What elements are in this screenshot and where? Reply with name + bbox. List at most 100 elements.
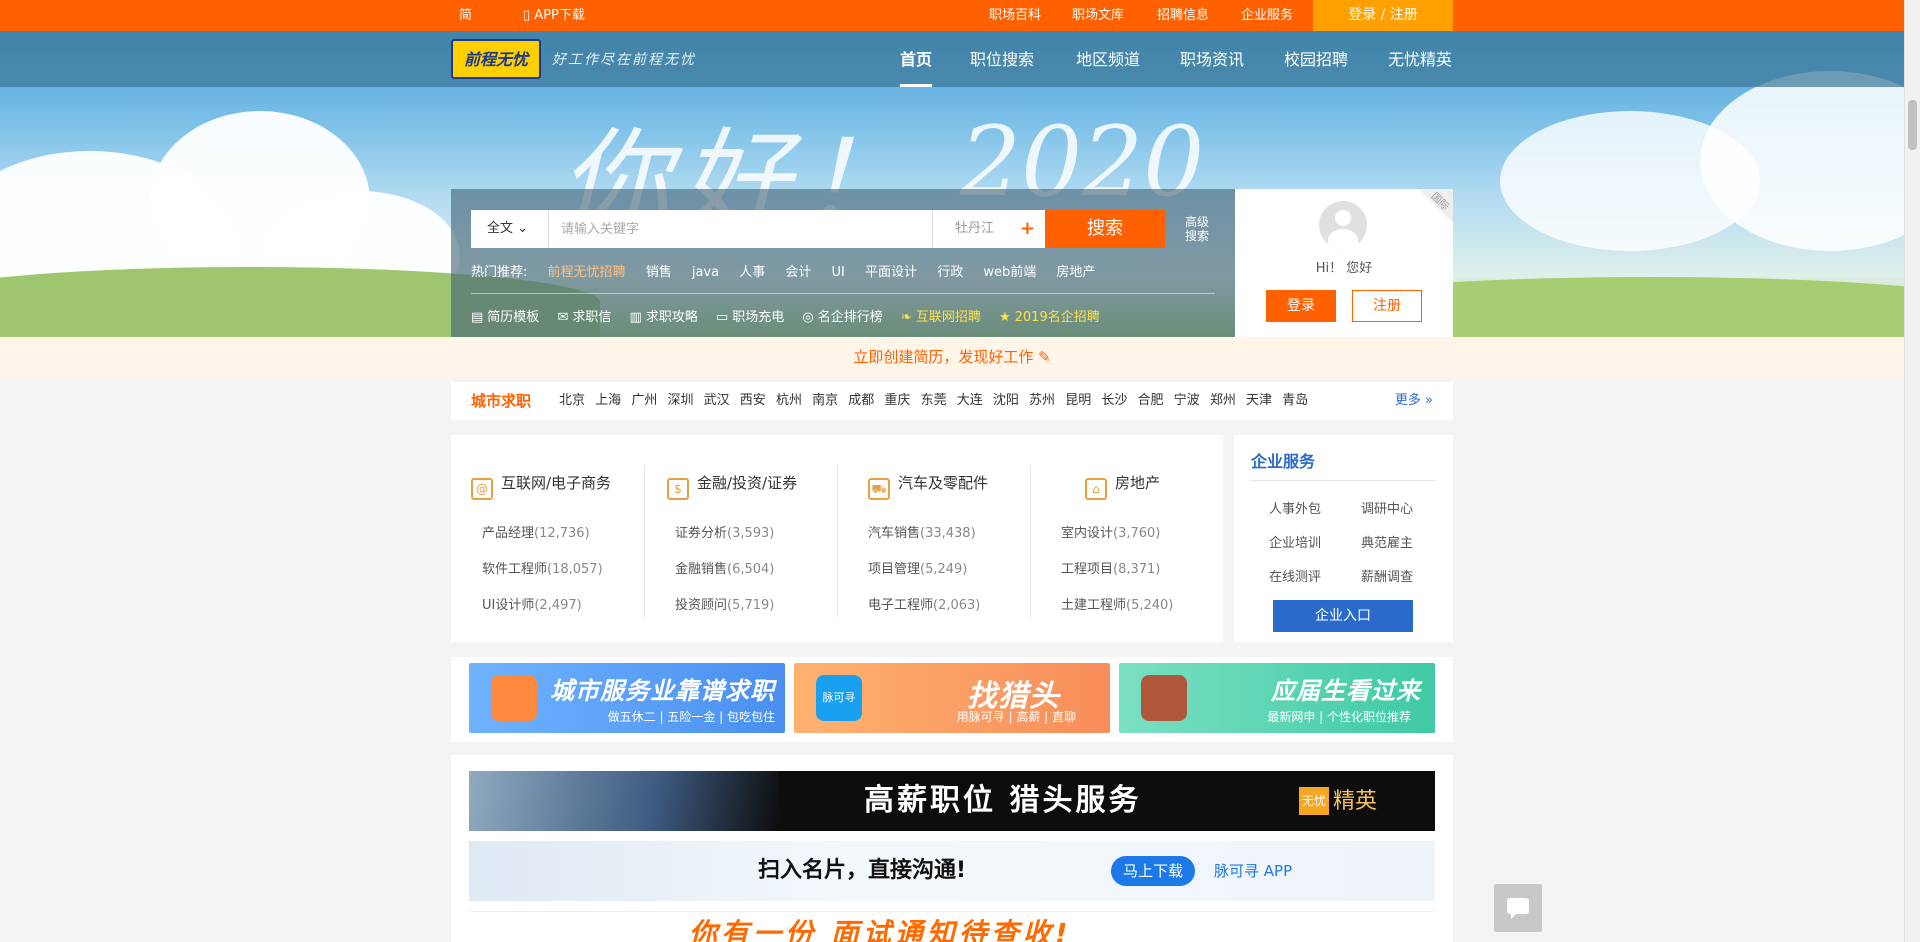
city-link[interactable]: 北京 [559,393,585,408]
city-link[interactable]: 宁波 [1174,393,1200,408]
city-link[interactable]: 大连 [957,393,983,408]
job-link[interactable]: 汽车销售(33,438) [868,522,976,541]
enterprise-link[interactable]: 在线测评 [1269,566,1321,585]
category-title[interactable]: $ 金融/投资/证券 [667,472,797,500]
job-link[interactable]: 电子工程师(2,063) [868,594,980,613]
city-link[interactable]: 西安 [740,393,766,408]
search-input[interactable] [548,210,932,248]
quick-link-cover-letter[interactable]: ✉ 求职信 [557,306,611,325]
category-title[interactable]: ⌂ 房地产 [1085,472,1160,500]
city-link[interactable]: 天津 [1246,393,1272,408]
advanced-search-link[interactable]: 高级搜索 [1180,215,1214,243]
enterprise-link[interactable]: 调研中心 [1361,498,1413,517]
hot-item[interactable]: 前程无忧招聘 [548,265,626,280]
quick-link-internet-jobs[interactable]: ❧ 互联网招聘 [901,306,981,325]
city-link[interactable]: 合肥 [1138,393,1164,408]
job-link[interactable]: 软件工程师(18,057) [482,558,603,577]
hot-recommend: 热门推荐: 前程无忧招聘 销售 java 人事 会计 UI 平面设计 行政 we… [471,261,1095,280]
quick-link-job-guide[interactable]: ▥ 求职攻略 [630,306,698,325]
banner-interview-notice[interactable]: 你有一份 面试通知待查收! [469,911,1435,942]
nav-elite[interactable]: 无忧精英 [1388,31,1452,87]
job-link[interactable]: 投资顾问(5,719) [675,594,774,613]
top-link-recruit-info[interactable]: 招聘信息 [1157,0,1209,31]
city-link[interactable]: 沈阳 [993,393,1019,408]
nav-region[interactable]: 地区频道 [1076,31,1140,87]
top-link-enterprise[interactable]: 企业服务 [1241,0,1293,31]
hot-item[interactable]: UI [832,265,845,280]
city-link[interactable]: 重庆 [884,393,910,408]
city-link[interactable]: 昆明 [1065,393,1091,408]
hot-item[interactable]: 人事 [739,265,765,280]
language-switch[interactable]: 简 [459,0,472,31]
ad-city-service[interactable]: 城市服务业靠谱求职 做五休二 | 五险一金 | 包吃包住 [469,663,785,733]
enterprise-link[interactable]: 典范雇主 [1361,532,1413,551]
city-link[interactable]: 青岛 [1282,393,1308,408]
hot-item[interactable]: 房地产 [1056,265,1095,280]
quick-link-resume-template[interactable]: ▤ 简历模板 [471,306,539,325]
enterprise-link[interactable]: 薪酬调查 [1361,566,1413,585]
more-cities-link[interactable]: 更多 » [1395,382,1433,420]
city-link[interactable]: 上海 [595,393,621,408]
city-link[interactable]: 武汉 [704,393,730,408]
top-link-wiki[interactable]: 职场百科 [989,0,1041,31]
nav-workplace-news[interactable]: 职场资讯 [1180,31,1244,87]
top-login-register-button[interactable]: 登录 / 注册 [1313,0,1453,31]
site-logo[interactable]: 前程无忧 [451,39,541,79]
category-internet: @ 互联网/电子商务 产品经理(12,736) 软件工程师(18,057) UI设… [451,435,644,642]
city-link[interactable]: 广州 [631,393,657,408]
medal-icon: ◎ [802,310,814,325]
download-now-button[interactable]: 马上下载 [1111,856,1195,886]
quick-link-top-companies[interactable]: ★ 2019名企招聘 [999,306,1100,325]
ad-graduates[interactable]: 应届生看过来 最新网申 | 个性化职位推荐 [1119,663,1435,733]
job-link[interactable]: 产品经理(12,736) [482,522,590,541]
hot-item[interactable]: 平面设计 [865,265,917,280]
create-resume-promo[interactable]: 立即创建简历，发现好工作 ✎ [0,337,1904,377]
banner-headhunter-service[interactable]: 高薪职位 猎头服务 无忧 精英 [469,771,1435,831]
search-button[interactable]: 搜索 [1045,210,1165,248]
enterprise-services: 企业服务 人事外包 调研中心 企业培训 典范雇主 在线测评 薪酬调查 企业入口 [1234,435,1453,642]
scrollbar[interactable] [1904,0,1920,942]
search-scope-select[interactable]: 全文 ⌄ [471,210,548,248]
city-link[interactable]: 长沙 [1101,393,1127,408]
city-select[interactable]: 牡丹江 + [932,210,1045,248]
city-link[interactable]: 苏州 [1029,393,1055,408]
hot-item[interactable]: web前端 [983,265,1036,280]
hot-item[interactable]: 会计 [785,265,811,280]
job-link[interactable]: 证券分析(3,593) [675,522,774,541]
hot-item[interactable]: 销售 [646,265,672,280]
job-link[interactable]: 土建工程师(5,240) [1061,594,1173,613]
register-button[interactable]: 注册 [1352,290,1422,322]
enterprise-link[interactable]: 企业培训 [1269,532,1321,551]
job-link[interactable]: 室内设计(3,760) [1061,522,1160,541]
city-link[interactable]: 深圳 [667,393,693,408]
city-link[interactable]: 成都 [848,393,874,408]
quick-link-ranking[interactable]: ◎ 名企排行榜 [802,306,882,325]
category-title[interactable]: ⛟ 汽车及零配件 [868,472,988,500]
city-link[interactable]: 东莞 [921,393,947,408]
chat-icon[interactable] [1494,884,1542,932]
banner-business-card[interactable]: 扫入名片，直接沟通! 马上下载 脉可寻 APP [469,841,1435,901]
nav-job-search[interactable]: 职位搜索 [970,31,1034,87]
nav-campus[interactable]: 校园招聘 [1284,31,1348,87]
enterprise-entry-button[interactable]: 企业入口 [1273,600,1413,632]
quick-link-training[interactable]: ▭ 职场充电 [716,306,784,325]
app-download-link[interactable]: ▯ APP下载 [523,0,585,31]
enterprise-link[interactable]: 人事外包 [1269,498,1321,517]
login-button[interactable]: 登录 [1266,290,1336,322]
ad-headhunter[interactable]: 脉可寻 找猎头 用脉可寻 | 高薪 | 直聊 [794,663,1110,733]
scrollbar-thumb[interactable] [1908,100,1917,150]
top-link-library[interactable]: 职场文库 [1072,0,1124,31]
hot-item[interactable]: java [692,265,719,280]
document-icon: ▤ [471,310,484,325]
job-link[interactable]: 项目管理(5,249) [868,558,967,577]
category-title[interactable]: @ 互联网/电子商务 [471,472,611,500]
graduate-cap-icon [1141,675,1187,721]
city-link[interactable]: 南京 [812,393,838,408]
city-link[interactable]: 杭州 [776,393,802,408]
job-link[interactable]: 工程项目(8,371) [1061,558,1160,577]
hot-item[interactable]: 行政 [937,265,963,280]
nav-home[interactable]: 首页 [900,31,933,87]
job-link[interactable]: 金融销售(6,504) [675,558,774,577]
job-link[interactable]: UI设计师(2,497) [482,594,582,613]
city-link[interactable]: 郑州 [1210,393,1236,408]
